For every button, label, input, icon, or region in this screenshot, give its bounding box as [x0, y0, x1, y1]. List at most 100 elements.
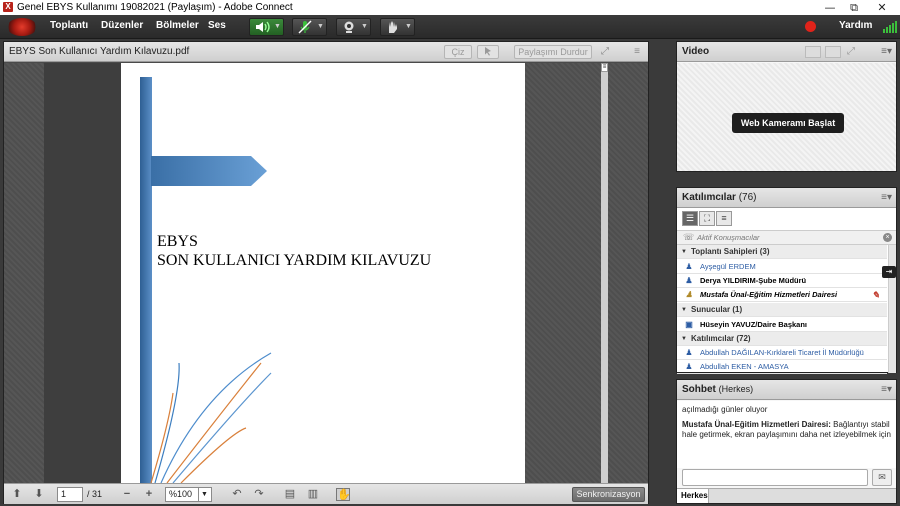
exit-status-icon[interactable]: ⇥: [882, 266, 896, 278]
attendees-count: (76): [738, 192, 757, 203]
video-pod: Video ⤢ ≡▾ Web Kameramı Başlat: [676, 41, 897, 172]
page-total: / 31: [87, 489, 103, 499]
clear-active-speakers-icon[interactable]: ×: [883, 233, 892, 242]
pointer-button[interactable]: [477, 45, 499, 59]
fit-width-icon[interactable]: ▤: [283, 488, 297, 501]
start-webcam-button[interactable]: Web Kameramı Başlat: [732, 113, 844, 133]
chat-tab-everyone[interactable]: Herkes: [677, 489, 709, 503]
pdf-page: EBYS SON KULLANICI YARDIM KILAVUZU: [121, 63, 525, 483]
help-menu[interactable]: Yardım: [839, 20, 872, 31]
attendee-row[interactable]: ♟ Derya YILDIRIM-Şube Müdürü: [677, 274, 887, 288]
collapse-arrow-icon: ▼: [681, 249, 687, 255]
video-fullscreen-icon[interactable]: ⤢: [847, 46, 855, 57]
webcam-button[interactable]: ▼: [336, 18, 371, 36]
chat-pod: Sohbet (Herkes) ≡▾ açılmadığı günler olu…: [676, 379, 897, 504]
speaker-button[interactable]: ▼: [249, 18, 284, 36]
restore-button[interactable]: ⧉: [840, 0, 868, 15]
category-hosts[interactable]: ▼ Toplantı Sahipleri (3): [677, 245, 887, 259]
menu-layouts[interactable]: Düzenler: [101, 20, 143, 31]
page-number-input[interactable]: 1: [57, 487, 83, 502]
rotate-left-icon[interactable]: ↶: [230, 488, 244, 501]
attendee-row[interactable]: ▣ Hüseyin YAVUZ/Daire Başkanı: [677, 318, 887, 332]
zoom-level-field[interactable]: %100: [165, 487, 199, 502]
attendee-row[interactable]: ♟ Ayşegül ERDEM: [677, 260, 887, 274]
collapse-arrow-icon: ▼: [681, 336, 687, 342]
document-scrollbar[interactable]: ≡: [601, 63, 608, 483]
document-heading-line1: EBYS: [157, 233, 198, 250]
fit-page-icon[interactable]: ▥: [306, 488, 320, 501]
attendee-name: Abdullah DAĞILAN-Kırklareli Ticaret İl M…: [700, 348, 864, 357]
speaker-icon: [253, 20, 271, 34]
scrollbar-thumb[interactable]: ≡: [601, 63, 608, 72]
sync-button[interactable]: Senkronizasyon: [572, 487, 645, 502]
close-button[interactable]: ✕: [868, 0, 896, 15]
microphone-icon: [296, 20, 314, 34]
chat-scope: (Herkes): [718, 384, 754, 394]
microphone-dropdown-icon[interactable]: ▼: [316, 20, 325, 34]
next-page-icon[interactable]: ⬇: [32, 488, 46, 501]
status-view-icon[interactable]: ≡: [716, 211, 732, 226]
viewer-margin: [44, 63, 121, 483]
webcam-dropdown-icon[interactable]: ▼: [360, 20, 369, 34]
video-pod-header: Video ⤢ ≡▾: [677, 42, 896, 62]
zoom-in-icon[interactable]: +: [142, 488, 156, 501]
raise-hand-icon: [384, 20, 402, 34]
chat-input[interactable]: [682, 469, 868, 486]
attendee-row[interactable]: ♟ Mustafa Ünal-Eğitim Hizmetleri Dairesi ✎: [677, 288, 887, 302]
adobe-connect-app-icon: X: [3, 2, 13, 12]
active-speaker-icon: ☏: [683, 232, 695, 242]
attendees-pod: Katılımcılar (76) ≡▾ ☰ ⛶ ≡ ☏ Aktif Konuş…: [676, 187, 897, 374]
signpost-illustration: [140, 77, 272, 483]
active-speakers-bar: ☏ Aktif Konuşmacılar ×: [677, 230, 896, 245]
window-title-bar: X Genel EBYS Kullanımı 19082021 (Paylaşı…: [0, 0, 900, 15]
category-presenters[interactable]: ▼ Sunucular (1): [677, 303, 887, 317]
stop-sharing-button[interactable]: Paylaşımı Durdur: [514, 45, 592, 59]
filmstrip-view-icon[interactable]: [825, 46, 841, 58]
attendee-list-scrollbar[interactable]: [888, 245, 896, 373]
attendee-row[interactable]: ♟ Abdullah DAĞILAN-Kırklareli Ticaret İl …: [677, 346, 887, 360]
share-pod: EBYS Son Kullanıcı Yardım Kılavuzu.pdf Ç…: [3, 41, 649, 504]
attendee-name: Hüseyin YAVUZ/Daire Başkanı: [700, 320, 807, 329]
zoom-dropdown-icon[interactable]: ▼: [198, 487, 212, 502]
menu-audio[interactable]: Ses: [208, 20, 226, 31]
pod-options-icon[interactable]: ≡: [630, 45, 644, 59]
raise-hand-dropdown-icon[interactable]: ▼: [404, 20, 413, 34]
chat-messages: açılmadığı günler oluyor Mustafa Ünal-Eğ…: [677, 401, 896, 468]
draw-button[interactable]: Çiz: [444, 45, 472, 59]
send-message-icon[interactable]: ✉: [872, 469, 892, 486]
connection-signal-icon: [883, 21, 897, 33]
chat-pod-options-icon[interactable]: ≡▾: [881, 384, 892, 395]
chat-sender: Mustafa Ünal-Eğitim Hizmetleri Dairesi:: [682, 420, 831, 429]
chat-message: açılmadığı günler oluyor: [682, 405, 768, 414]
rotate-right-icon[interactable]: ↷: [252, 488, 266, 501]
speaker-dropdown-icon[interactable]: ▼: [273, 20, 282, 34]
attendee-name: Abdullah EKEN - AMASYA: [700, 362, 789, 371]
document-toolbar: ⬆ ⬇ 1 / 31 − + %100 ▼ ↶ ↷ ▤ ▥ ✋ Senkroni…: [4, 483, 648, 504]
previous-page-icon[interactable]: ⬆: [10, 488, 24, 501]
fullscreen-icon[interactable]: ⤢: [598, 45, 612, 59]
video-pod-options-icon[interactable]: ≡▾: [881, 46, 892, 57]
chat-message: Mustafa Ünal-Eğitim Hizmetleri Dairesi: …: [682, 420, 891, 440]
category-label: Sunucular (1): [691, 305, 743, 314]
menu-meeting[interactable]: Toplantı: [50, 20, 88, 31]
attendees-pod-options-icon[interactable]: ≡▾: [881, 192, 892, 203]
recording-indicator-icon: [805, 21, 816, 32]
host-icon: ♟: [685, 290, 693, 299]
category-participants[interactable]: ▼ Katılımcılar (72): [677, 332, 887, 346]
attendee-row[interactable]: ♟ Abdullah EKEN - AMASYA: [677, 360, 887, 374]
hand-tool-icon[interactable]: ✋: [336, 488, 351, 501]
grid-view-icon[interactable]: [805, 46, 821, 58]
chat-title-text: Sohbet: [682, 384, 716, 395]
zoom-out-icon[interactable]: −: [120, 488, 134, 501]
raise-hand-button[interactable]: ▼: [380, 18, 415, 36]
list-view-icon[interactable]: ☰: [682, 211, 698, 226]
breakout-view-icon[interactable]: ⛶: [699, 211, 715, 226]
mic-active-icon: ✎: [872, 290, 880, 300]
menu-bar: Toplantı Düzenler Bölmeler Ses ▼ ▼ ▼ ▼ Y…: [0, 15, 900, 39]
video-pod-title: Video: [682, 46, 710, 57]
host-icon: ♟: [685, 262, 693, 271]
adobe-connect-logo: [7, 18, 37, 36]
attendee-name: Ayşegül ERDEM: [700, 262, 756, 271]
microphone-button[interactable]: ▼: [292, 18, 327, 36]
menu-pods[interactable]: Bölmeler: [156, 20, 199, 31]
